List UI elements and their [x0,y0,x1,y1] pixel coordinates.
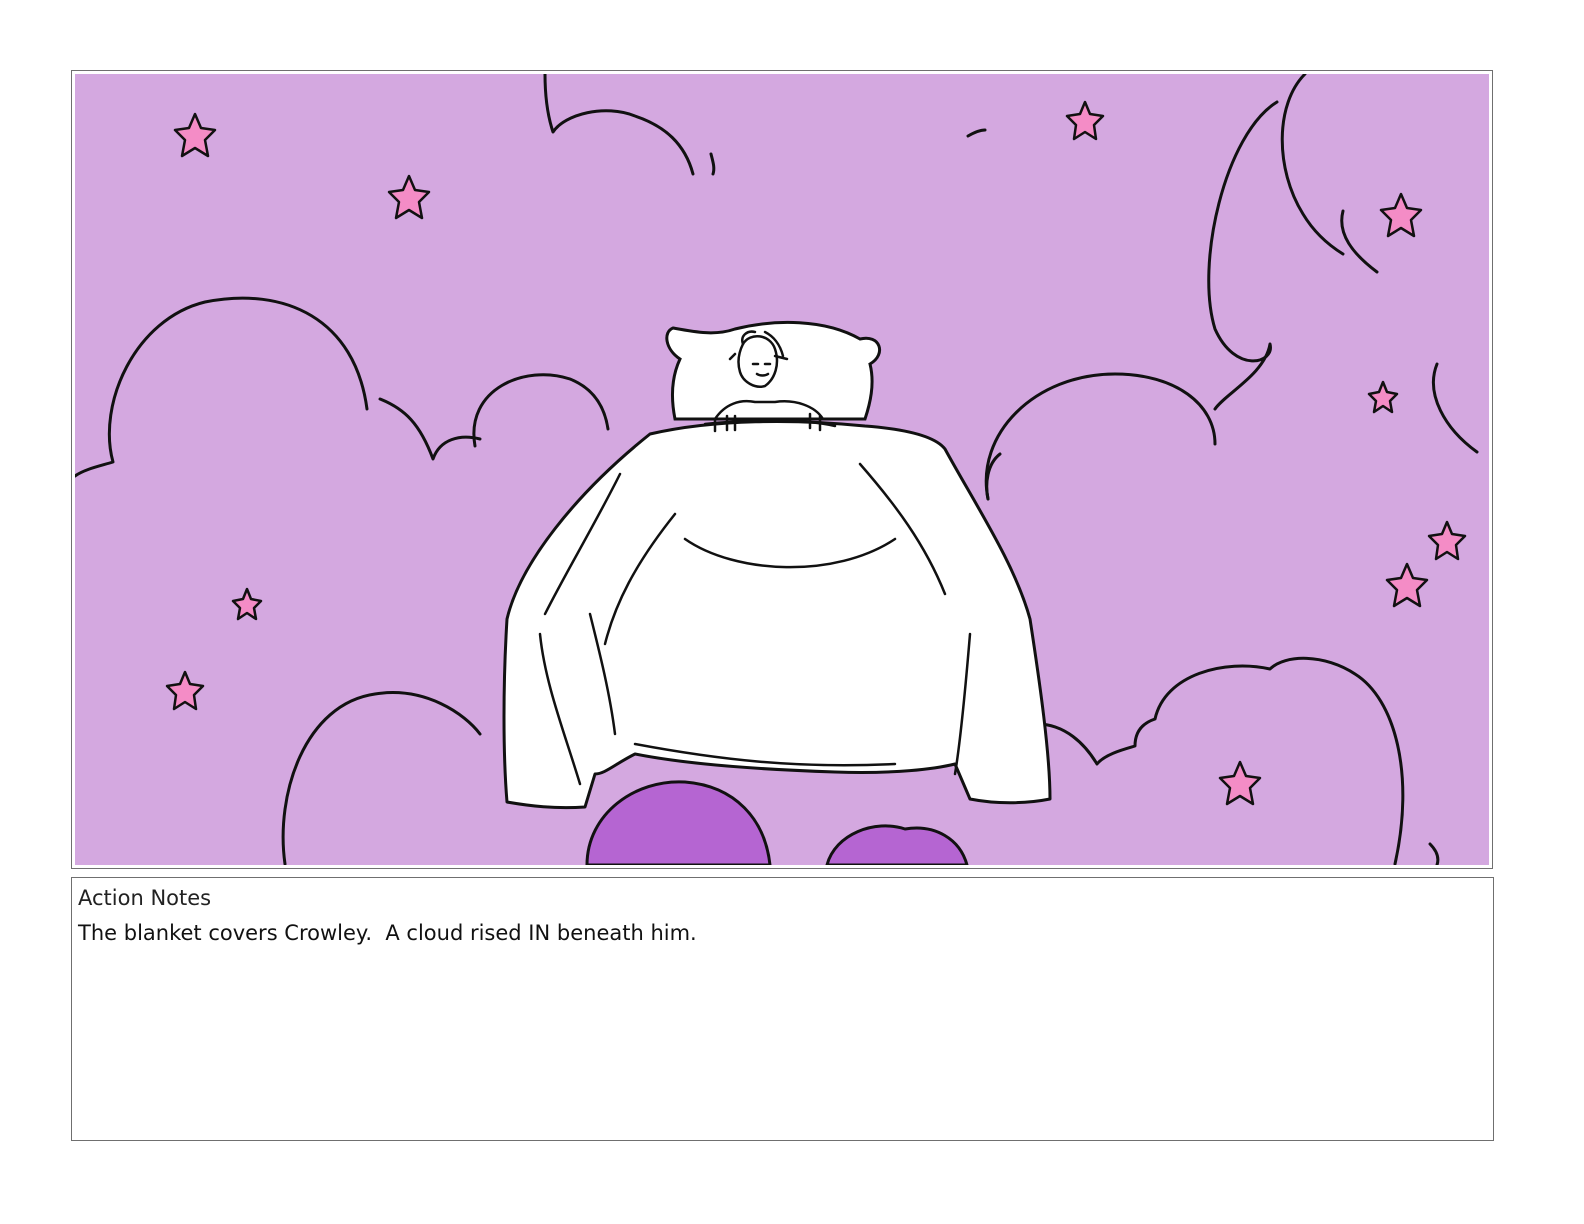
action-notes-heading: Action Notes [78,886,212,910]
action-notes-box: Action Notes The blanket covers Crowley.… [71,877,1494,1141]
action-notes-text: The blanket covers Crowley. A cloud rise… [78,921,697,945]
storyboard-illustration [75,74,1489,865]
storyboard-panel [71,70,1493,869]
